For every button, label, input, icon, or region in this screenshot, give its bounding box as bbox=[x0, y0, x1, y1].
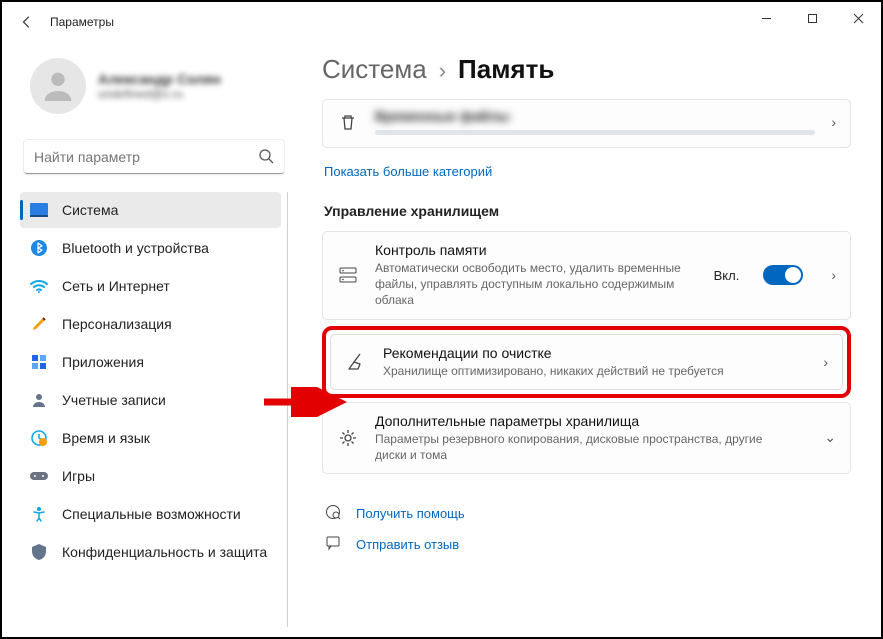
brush-icon bbox=[30, 315, 48, 333]
breadcrumb: Система › Память bbox=[322, 54, 851, 85]
nav-label: Сеть и Интернет bbox=[62, 278, 170, 294]
nav-label: Учетные записи bbox=[62, 392, 166, 408]
search-icon bbox=[258, 148, 274, 169]
avatar bbox=[30, 58, 86, 114]
nav-label: Персонализация bbox=[62, 316, 172, 332]
user-email: undefined@x.ru bbox=[98, 87, 221, 101]
search-box[interactable] bbox=[24, 140, 284, 174]
shield-icon bbox=[30, 543, 48, 561]
nav-system[interactable]: Система bbox=[20, 192, 281, 228]
main: Система › Память Временные файлы › Показ… bbox=[302, 42, 881, 637]
storage-sense-toggle[interactable] bbox=[763, 265, 803, 285]
card-desc: Хранилище оптимизировано, никаких действ… bbox=[383, 363, 807, 379]
nav-label: Приложения bbox=[62, 354, 144, 370]
gear-icon bbox=[337, 428, 359, 448]
temp-files-title: Временные файлы bbox=[375, 108, 815, 124]
usage-bar bbox=[375, 130, 815, 135]
nav: Система Bluetooth и устройства Сеть и Ин… bbox=[20, 192, 288, 627]
user-name: Александр Солян bbox=[98, 71, 221, 87]
nav-personalization[interactable]: Персонализация bbox=[20, 306, 281, 342]
feedback-label: Отправить отзыв bbox=[356, 537, 459, 552]
toggle-state: Вкл. bbox=[714, 268, 740, 283]
nav-network[interactable]: Сеть и Интернет bbox=[20, 268, 281, 304]
minimize-button[interactable] bbox=[743, 2, 789, 34]
nav-label: Bluetooth и устройства bbox=[62, 240, 209, 256]
get-help-link[interactable]: Получить помощь bbox=[322, 498, 851, 529]
nav-bluetooth[interactable]: Bluetooth и устройства bbox=[20, 230, 281, 266]
nav-accessibility[interactable]: Специальные возможности bbox=[20, 496, 281, 532]
maximize-button[interactable] bbox=[789, 2, 835, 34]
display-icon bbox=[30, 201, 48, 219]
window-title: Параметры bbox=[50, 15, 114, 29]
advanced-storage-card[interactable]: Дополнительные параметры хранилища Парам… bbox=[322, 402, 851, 474]
broom-icon bbox=[345, 352, 367, 372]
apps-icon bbox=[30, 353, 48, 371]
sidebar: Александр Солян undefined@x.ru Система B… bbox=[2, 42, 302, 637]
close-button[interactable] bbox=[835, 2, 881, 34]
nav-privacy[interactable]: Конфиденциальность и защита bbox=[20, 534, 281, 570]
help-label: Получить помощь bbox=[356, 506, 465, 521]
card-desc: Параметры резервного копирования, дисков… bbox=[375, 431, 775, 463]
nav-label: Время и язык bbox=[62, 430, 150, 446]
storage-sense-card[interactable]: Контроль памяти Автоматически освободить… bbox=[322, 231, 851, 320]
nav-accounts[interactable]: Учетные записи bbox=[20, 382, 281, 418]
clock-icon bbox=[30, 429, 48, 447]
chevron-right-icon: › bbox=[439, 58, 446, 84]
search-input[interactable] bbox=[24, 140, 284, 174]
breadcrumb-parent[interactable]: Система bbox=[322, 54, 427, 85]
section-title: Управление хранилищем bbox=[324, 203, 851, 219]
titlebar: Параметры bbox=[2, 2, 881, 42]
feedback-link[interactable]: Отправить отзыв bbox=[322, 529, 851, 560]
card-title: Дополнительные параметры хранилища bbox=[375, 413, 808, 429]
user-profile[interactable]: Александр Солян undefined@x.ru bbox=[28, 52, 288, 126]
trash-icon bbox=[337, 113, 359, 131]
bluetooth-icon bbox=[30, 239, 48, 257]
nav-label: Игры bbox=[62, 468, 95, 484]
person-icon bbox=[30, 391, 48, 409]
back-button[interactable] bbox=[12, 15, 42, 29]
more-categories-link[interactable]: Показать больше категорий bbox=[324, 164, 492, 179]
gamepad-icon bbox=[30, 467, 48, 485]
page-title: Память bbox=[458, 54, 554, 85]
nav-label: Конфиденциальность и защита bbox=[62, 544, 267, 560]
nav-time[interactable]: Время и язык bbox=[20, 420, 281, 456]
chevron-down-icon: ⌄ bbox=[824, 429, 836, 446]
card-desc: Автоматически освободить место, удалить … bbox=[375, 260, 698, 309]
nav-label: Система bbox=[62, 202, 118, 218]
chevron-right-icon: › bbox=[823, 354, 828, 370]
highlight-box: Рекомендации по очистке Хранилище оптими… bbox=[322, 326, 851, 398]
feedback-icon bbox=[324, 535, 342, 554]
wifi-icon bbox=[30, 277, 48, 295]
storage-sense-icon bbox=[337, 265, 359, 285]
nav-gaming[interactable]: Игры bbox=[20, 458, 281, 494]
chevron-right-icon: › bbox=[831, 267, 836, 283]
cleanup-recommendations-card[interactable]: Рекомендации по очистке Хранилище оптими… bbox=[330, 334, 843, 390]
card-title: Контроль памяти bbox=[375, 242, 698, 258]
card-title: Рекомендации по очистке bbox=[383, 345, 807, 361]
nav-apps[interactable]: Приложения bbox=[20, 344, 281, 380]
accessibility-icon bbox=[30, 505, 48, 523]
nav-label: Специальные возможности bbox=[62, 506, 241, 522]
help-icon bbox=[324, 504, 342, 523]
chevron-right-icon: › bbox=[831, 114, 836, 130]
temp-files-card[interactable]: Временные файлы › bbox=[322, 99, 851, 148]
